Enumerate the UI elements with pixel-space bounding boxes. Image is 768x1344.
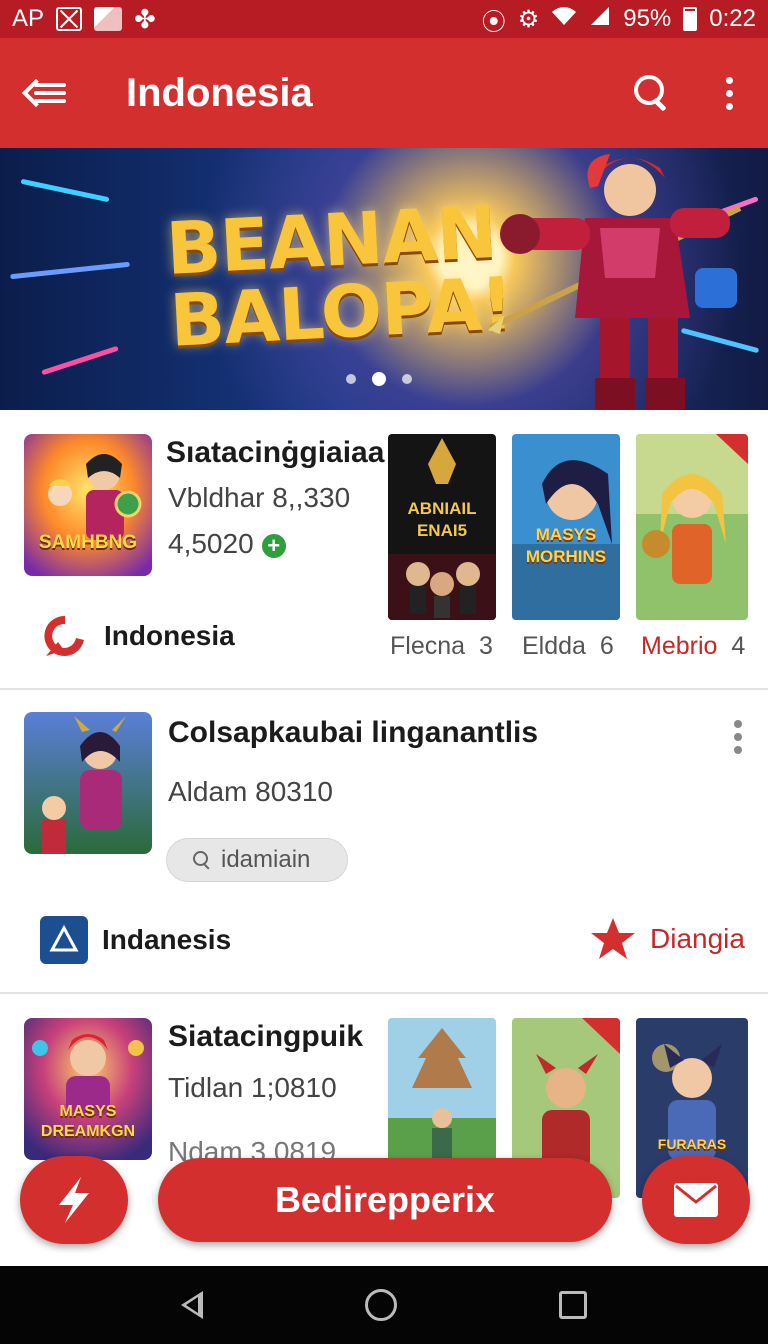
carrier-label: AP (12, 5, 45, 32)
poster-count: 3 (478, 632, 493, 660)
notification-icon (56, 7, 83, 31)
game-downloads: 4,5020 + (168, 528, 286, 560)
clover-icon: ✤ (134, 3, 156, 34)
banner-headline: BEANAN BALOPA! (164, 190, 515, 363)
publisher-logo-icon (40, 916, 88, 964)
mail-icon (674, 1183, 718, 1217)
star-icon (591, 918, 635, 959)
clock: 0:22 (709, 5, 756, 32)
wifi-icon (551, 5, 577, 33)
poster-label: Eldda (522, 632, 586, 660)
app-bar: Indonesia (0, 38, 768, 148)
rating-label: Diangia (650, 923, 745, 954)
game-stat: Aldam 80310 (168, 776, 334, 807)
publisher-name: Indanesis (102, 924, 232, 955)
publisher-logo-icon (44, 615, 84, 656)
lightning-icon (59, 1177, 89, 1223)
game-thumbnail[interactable]: SAMHBNG (24, 434, 152, 576)
vibrate-icon: ⦿ (481, 8, 506, 36)
banner-headline-line2: BALOPA! (167, 261, 515, 363)
game-card-2[interactable]: Colsapkaubai linganantlis Aldam 80310 id… (0, 690, 768, 994)
game-stat: Vbldhar 8,,330 (168, 482, 351, 513)
search-icon[interactable] (632, 73, 672, 113)
flash-button[interactable] (20, 1156, 128, 1244)
poster-art-title-line1: ABNIAIL (407, 499, 477, 518)
game-stat: Tidlan 1;0810 (168, 1072, 337, 1103)
poster-art-title-line2: ENAI5 (416, 521, 468, 540)
nav-recents-icon[interactable] (559, 1291, 587, 1319)
gallery-notification-icon (94, 7, 123, 31)
nav-home-icon[interactable] (365, 1289, 397, 1321)
poster-count: 4 (731, 632, 746, 660)
game-thumbnail[interactable]: MASYS DREAMKGN (24, 1018, 152, 1160)
poster-count: 6 (599, 632, 614, 660)
poster-art-title-line2: MORHINS (525, 547, 607, 566)
poster-caption-3: Mebrio 4 (641, 632, 745, 661)
rating[interactable]: Diangia (590, 916, 745, 962)
poster-caption-1: Flecna 3 (390, 632, 493, 661)
poster-label: Flecna (390, 632, 466, 660)
poster-caption-2: Eldda 6 (522, 632, 614, 661)
poster-art-title-line1: MASYS (535, 525, 597, 544)
banner-dot-active[interactable] (372, 372, 386, 386)
game-title: Colsapkaubai linganantlis (168, 716, 539, 749)
banner-hero-illustration (480, 148, 760, 410)
battery-icon (683, 7, 698, 31)
banner-page-indicator (346, 372, 412, 386)
status-bar: AP ✤ ⦿ ⚙ 95% 0:22 (0, 0, 768, 38)
poster-label: Mebrio (641, 632, 718, 660)
game-downloads-value: 4,5020 (168, 528, 254, 559)
system-navigation-bar (0, 1266, 768, 1344)
more-options-icon[interactable] (734, 720, 742, 754)
back-menu-button[interactable] (26, 77, 66, 109)
thumbnail-title-line1: MASYS (59, 1103, 117, 1120)
publisher[interactable]: Indonesia (40, 612, 235, 660)
game-thumbnail[interactable] (24, 712, 152, 854)
game-card-1[interactable]: SAMHBNG Sıatacinġgiaiaa Vbldhar 8,,330 4… (0, 410, 768, 690)
publisher-name: Indonesia (104, 620, 235, 651)
tag-chip-label: idamiain (221, 846, 311, 873)
publisher[interactable]: Indanesis (40, 916, 231, 964)
battery-percent: 95% (623, 5, 672, 32)
page-title: Indonesia (126, 70, 313, 115)
signal-icon (589, 5, 611, 33)
related-poster-3[interactable] (636, 434, 748, 620)
nav-back-icon[interactable] (181, 1291, 203, 1319)
thumbnail-title-line2: DREAMKGN (40, 1123, 136, 1140)
add-icon[interactable]: + (261, 533, 286, 558)
banner-dot[interactable] (346, 374, 356, 384)
related-poster-1[interactable]: ABNIAIL ENAI5 (388, 434, 496, 620)
primary-action-button[interactable]: Bedirepperix (158, 1158, 612, 1242)
search-icon (193, 851, 211, 869)
game-title: Sıatacinġgiaiaa (166, 436, 385, 469)
related-poster-2[interactable]: MASYS MORHINS (512, 434, 620, 620)
tag-chip[interactable]: idamiain (166, 838, 348, 882)
overflow-menu-icon[interactable] (726, 76, 734, 110)
app-screen: AP ✤ ⦿ ⚙ 95% 0:22 Indonesia BEANAN BALOP… (0, 0, 768, 1344)
poster-art-title: FURARAS (657, 1136, 727, 1152)
thumbnail-title: SAMHBNG (38, 532, 138, 553)
banner-dot[interactable] (402, 374, 412, 384)
promo-banner[interactable]: BEANAN BALOPA! (0, 148, 768, 410)
settings-icon: ⚙ (517, 5, 540, 33)
mail-button[interactable] (642, 1156, 750, 1244)
game-title: Siatacingpuik (168, 1020, 364, 1053)
